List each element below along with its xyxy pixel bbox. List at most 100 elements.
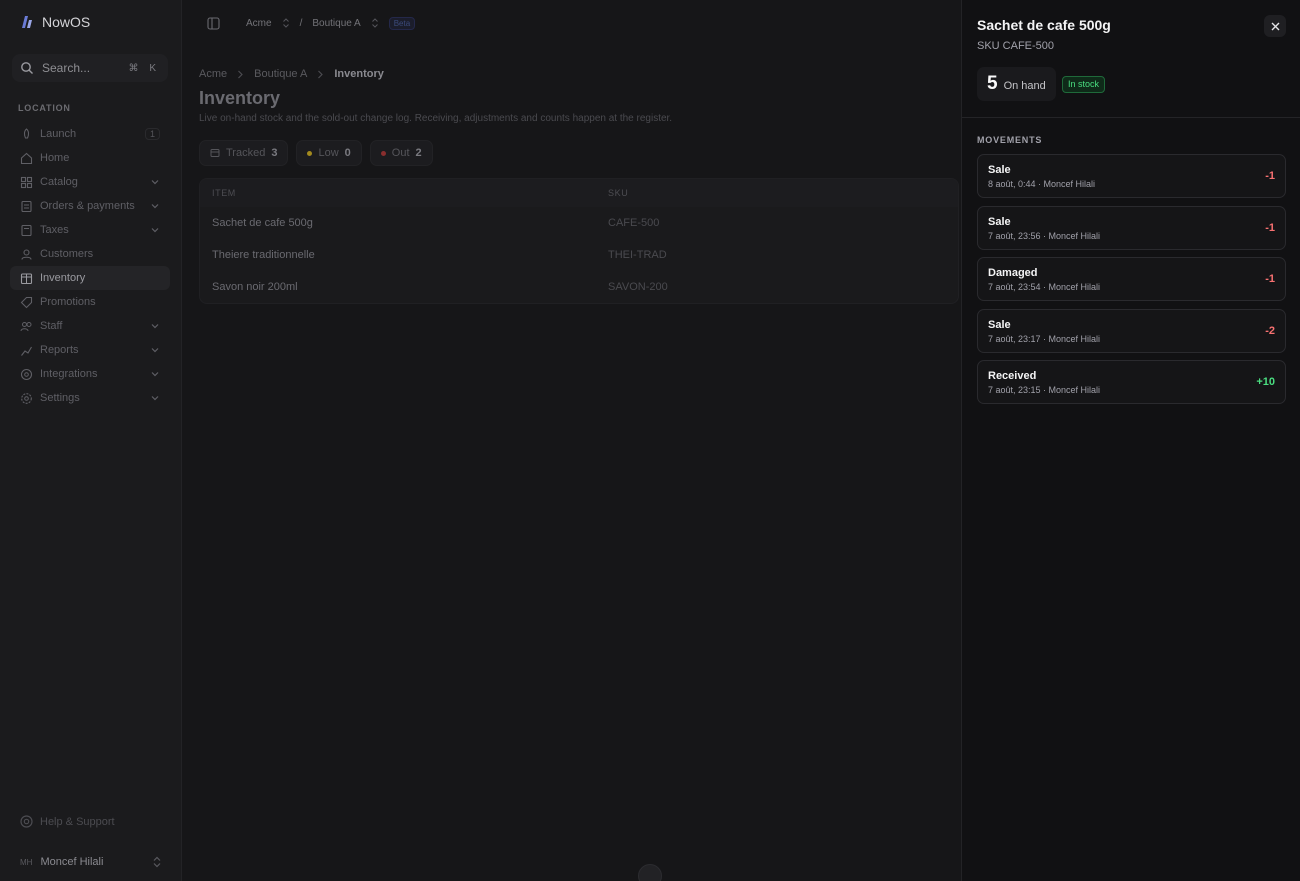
- movement-item[interactable]: Sale 7 août, 23:17 · Moncef Hilali -2: [977, 308, 1286, 353]
- on-hand-summary: 5 On hand: [977, 67, 1056, 101]
- drawer-title: Sachet de cafe 500g: [977, 17, 1111, 33]
- chevron-updown-icon: [371, 18, 378, 28]
- brand-logo-icon: [22, 16, 32, 28]
- breadcrumb-item[interactable]: Acme: [199, 68, 227, 80]
- movement-meta: 8 août, 0:44 · Moncef Hilali: [988, 179, 1096, 189]
- staff-icon: [20, 321, 32, 331]
- sidebar-item-catalog[interactable]: Catalog: [10, 170, 170, 194]
- movement-item[interactable]: Damaged 7 août, 23:54 · Moncef Hilali -1: [977, 257, 1286, 301]
- column-header-item[interactable]: ITEM: [200, 188, 608, 198]
- sidebar-item-settings[interactable]: Settings: [10, 386, 170, 410]
- pill-count: 3: [271, 147, 278, 159]
- sidebar-item-label: Launch: [40, 128, 77, 140]
- sidebar-item-launch[interactable]: Launch 1: [10, 122, 170, 146]
- movement-qty: -1: [1265, 221, 1275, 234]
- sidebar-item-label: Catalog: [40, 176, 78, 188]
- org-name: Acme: [246, 17, 272, 29]
- sidebar: NowOS Search... ⌘ K LOCATION Launch 1 Home…: [0, 0, 182, 881]
- sidebar-item-label: Integrations: [40, 368, 98, 380]
- sidebar-item-promotions[interactable]: Promotions: [10, 290, 170, 314]
- org-switcher[interactable]: Acme: [246, 18, 290, 29]
- page-subtitle: Live on-hand stock and the sold-out chan…: [199, 113, 673, 124]
- sidebar-item-taxes[interactable]: Taxes: [10, 218, 170, 242]
- main-content: Acme Boutique A Inventory Inventory Live…: [199, 60, 959, 304]
- movement-meta: 7 août, 23:56 · Moncef Hilali: [988, 230, 1101, 241]
- chevron-right-icon: [238, 70, 243, 78]
- sidebar-item-label: Customers: [40, 248, 94, 260]
- box-icon: [210, 149, 220, 157]
- sidebar-section-label: LOCATION: [18, 103, 71, 113]
- home-icon: [20, 152, 33, 164]
- inventory-table: ITEM SKU Sachet de cafe 500g CAFE-500 Thei…: [199, 178, 959, 304]
- status-dot-out: [380, 150, 386, 156]
- chevron-right-icon: [318, 70, 324, 78]
- rocket-icon: [23, 127, 30, 139]
- sidebar-item-home[interactable]: Home: [10, 146, 170, 170]
- promotions-icon: [20, 296, 33, 308]
- chevron-down-icon: [151, 324, 159, 329]
- help-icon: [20, 815, 33, 828]
- search-box[interactable]: Search... ⌘ K: [12, 54, 168, 82]
- column-header-sku[interactable]: SKU: [608, 188, 958, 198]
- sku-cell: THEI-TRAD: [608, 249, 667, 261]
- table-row[interactable]: Sachet de cafe 500g CAFE-500: [200, 207, 958, 239]
- chevron-down-icon: [151, 180, 159, 185]
- table-row[interactable]: Savon noir 200ml SAVON-200: [200, 271, 958, 303]
- movement-qty: -1: [1265, 170, 1275, 182]
- pill-label: Out: [391, 147, 410, 159]
- close-button[interactable]: [1264, 15, 1286, 37]
- brand[interactable]: NowOS: [20, 14, 90, 30]
- pill-count: 2: [415, 147, 422, 159]
- movement-item[interactable]: Sale 7 août, 23:56 · Moncef Hilali -1: [977, 205, 1286, 250]
- pill-out[interactable]: Out 2: [369, 140, 433, 166]
- help-label: Help & Support: [40, 815, 115, 828]
- sidebar-item-inventory[interactable]: Inventory: [10, 266, 170, 290]
- reports-icon: [21, 346, 32, 356]
- drawer-divider: [962, 117, 1300, 118]
- sidebar-item-integrations[interactable]: Integrations: [10, 362, 170, 386]
- table-header: ITEM SKU: [200, 179, 958, 207]
- sidebar-item-reports[interactable]: Reports: [10, 338, 170, 362]
- movement-qty: +10: [1256, 376, 1275, 388]
- search-input[interactable]: Search...: [42, 61, 121, 75]
- breadcrumb-item[interactable]: Boutique A: [254, 68, 307, 80]
- customers-icon: [21, 248, 32, 260]
- catalog-icon: [20, 176, 33, 188]
- movement-type: Sale: [988, 164, 1011, 176]
- sidebar-toggle-icon[interactable]: [207, 16, 220, 30]
- movement-qty: -2: [1265, 324, 1275, 337]
- item-name-cell: Theiere traditionnelle: [212, 249, 315, 261]
- table-body: Sachet de cafe 500g CAFE-500 Theiere tradi…: [200, 207, 958, 303]
- user-menu[interactable]: MH Moncef Hilali: [12, 848, 170, 876]
- brand-name: NowOS: [42, 14, 91, 30]
- sidebar-item-label: Staff: [40, 320, 63, 332]
- movement-item[interactable]: Received 7 août, 23:15 · Moncef Hilali +10: [977, 360, 1286, 404]
- item-name-cell: Savon noir 200ml: [212, 281, 298, 293]
- movements-label: MOVEMENTS: [977, 135, 1043, 145]
- sku-cell: SAVON-200: [608, 281, 668, 293]
- sidebar-item-customers[interactable]: Customers: [10, 242, 170, 266]
- pill-label: Low: [318, 147, 339, 159]
- sidebar-item-staff[interactable]: Staff: [10, 314, 170, 338]
- movement-meta: 7 août, 23:17 · Moncef Hilali: [988, 333, 1101, 344]
- sidebar-item-label: Home: [40, 152, 70, 164]
- location-switcher[interactable]: Boutique A: [312, 18, 378, 29]
- page-title: Inventory: [199, 88, 281, 108]
- table-row[interactable]: Theiere traditionnelle THEI-TRAD: [200, 239, 958, 271]
- help-support-link[interactable]: Help & Support: [20, 815, 115, 828]
- settings-icon: [21, 392, 32, 404]
- pill-label: Tracked: [226, 147, 266, 159]
- chevron-updown-icon: [282, 18, 289, 28]
- sidebar-item-orders-payments[interactable]: Orders & payments: [10, 194, 170, 218]
- sidebar-item-label: Reports: [40, 344, 79, 356]
- pill-low[interactable]: Low 0: [296, 140, 362, 166]
- sidebar-item-label: Orders & payments: [40, 200, 135, 212]
- sidebar-item-label: Settings: [40, 392, 80, 404]
- chevron-down-icon: [151, 348, 159, 353]
- floating-action-button[interactable]: [638, 864, 662, 881]
- pill-tracked[interactable]: Tracked 3: [199, 140, 289, 166]
- sidebar-item-badge: 1: [144, 128, 160, 140]
- on-hand-count: 5: [987, 73, 998, 94]
- movement-item[interactable]: Sale 8 août, 0:44 · Moncef Hilali -1: [977, 154, 1286, 198]
- breadcrumb: Acme Boutique A Inventory: [199, 60, 959, 88]
